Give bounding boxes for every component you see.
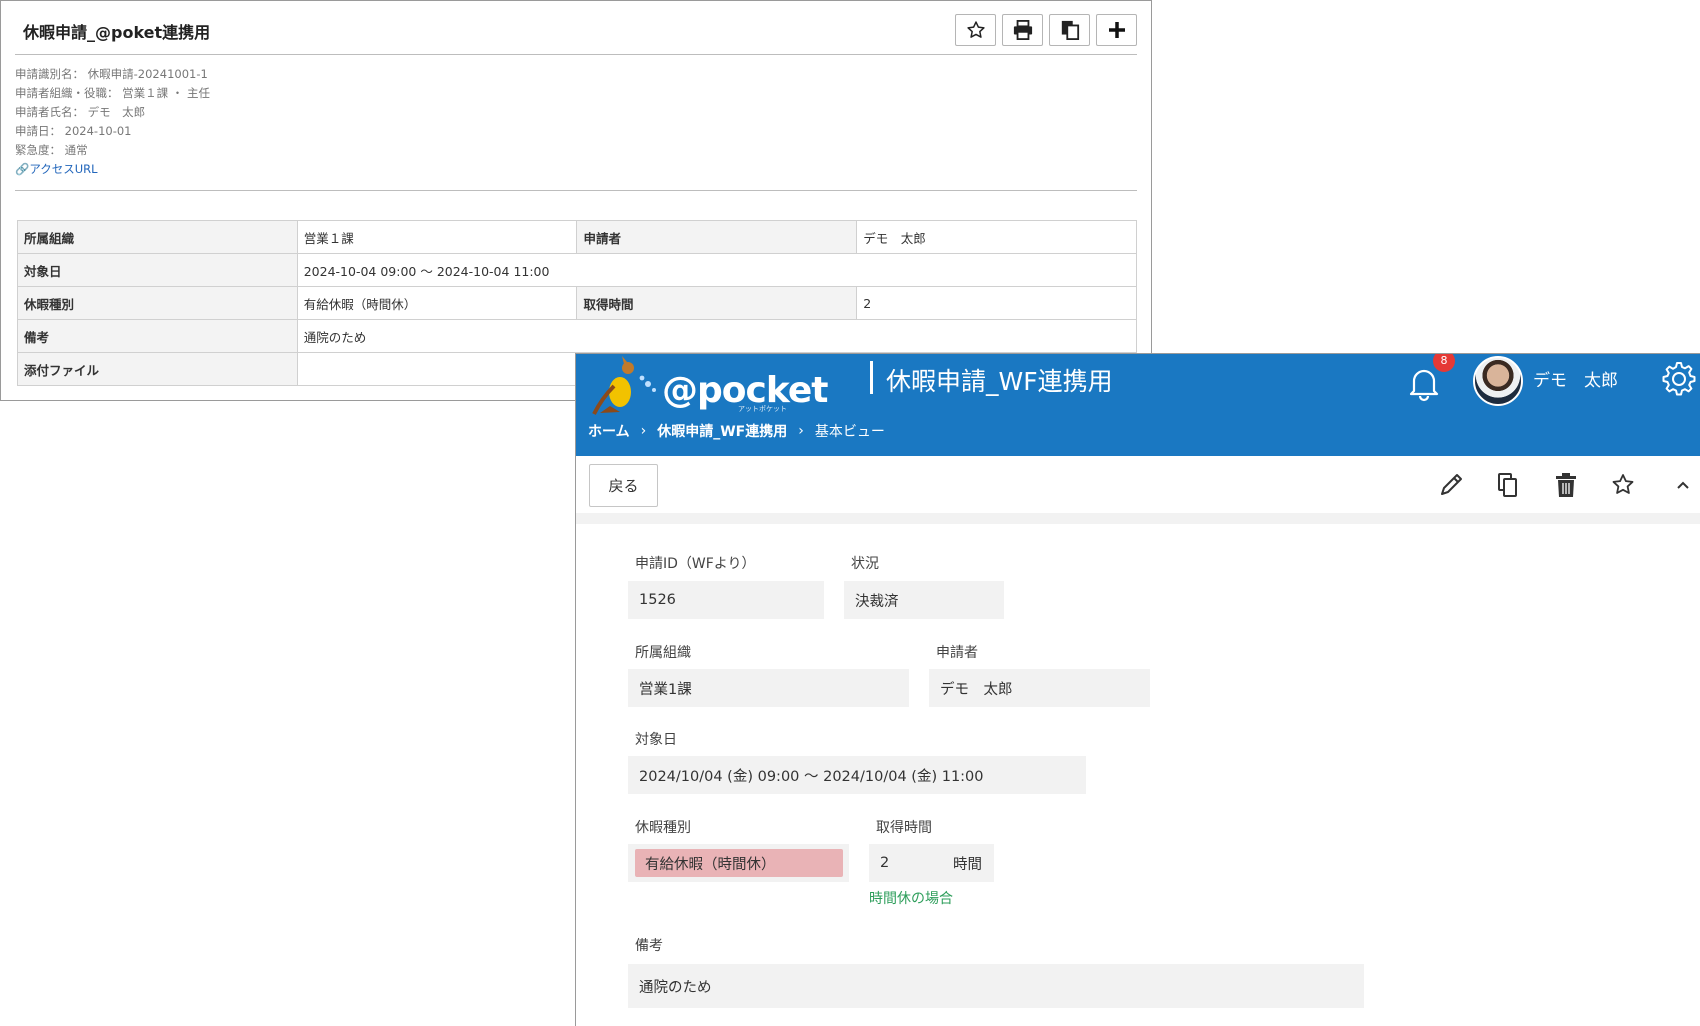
gear-icon [1662,362,1696,396]
app-logo[interactable]: @pocket アットポケット [590,356,828,416]
status-field: 決裁済 [844,581,1004,619]
request-meta: 申請識別名： 休暇申請-20241001-1 申請者組織・役職： 営業１課 ・ … [15,65,210,179]
remarks-label: 備考 [17,319,298,353]
print-button[interactable] [1002,14,1043,46]
hours-value: 2 [856,286,1137,320]
hours-field: 2 時間 [869,844,994,882]
workflow-title: 休暇申請_@poket連携用 [23,23,211,42]
target-date-field: 2024/10/04 (金) 09:00 ～ 2024/10/04 (金) 11… [628,756,1086,794]
avatar[interactable] [1473,356,1523,406]
settings-button[interactable] [1660,360,1698,398]
access-url-text[interactable]: 🔗アクセスURL [15,162,98,176]
meta-applicant-name: 申請者氏名： デモ 太郎 [15,105,146,119]
date-label: 対象日 [17,253,298,287]
chevron-up-icon[interactable] [1668,470,1698,500]
hours-hint: 時間休の場合 [869,891,953,907]
chevron-right-icon: › [640,423,647,439]
breadcrumb-view: 基本ビュー [814,424,885,440]
applicant-label: 申請者 [576,220,858,254]
applicant-label: 申請者 [936,645,978,661]
breadcrumb-home[interactable]: ホーム [588,421,630,441]
org-label: 所属組織 [635,645,691,661]
org-value: 営業１課 [296,220,578,254]
favorite-button[interactable] [955,14,996,46]
meta-request-date: 申請日： 2024-10-01 [15,124,132,138]
remarks-field: 通院のため [628,964,1364,1008]
link-icon: 🔗 [15,162,30,176]
hours-value: 2 [880,855,890,871]
leave-type-value: 有給休暇（時間休） [296,286,578,320]
leave-type-label: 休暇種別 [17,286,298,320]
plus-icon [1108,22,1125,38]
table-row: 所属組織 営業１課 申請者 デモ 太郎 [17,220,1137,254]
hours-unit: 時間 [953,856,982,873]
trash-icon[interactable] [1551,470,1581,500]
org-field: 営業1課 [628,669,909,707]
app-title: 休暇申請_WF連携用 [886,367,1113,396]
pocket-record-panel: @pocket アットポケット 休暇申請_WF連携用 8 デモ 太郎 ホーム ›… [575,353,1700,1026]
title-separator [870,361,873,394]
record-toolbar: 戻る [576,456,1700,514]
divider [15,54,1137,55]
remarks-value: 通院のため [296,319,1138,353]
notification-badge: 8 [1433,354,1455,372]
status-label: 状況 [851,556,879,572]
hours-label: 取得時間 [876,820,932,836]
access-url-link[interactable]: 🔗アクセスURL [15,160,210,179]
meta-request-id: 申請識別名： 休暇申請-20241001-1 [15,67,208,81]
target-date-label: 対象日 [635,732,677,748]
divider [15,190,1137,191]
org-label: 所属組織 [17,220,298,254]
copy-icon[interactable] [1493,470,1523,500]
star-icon[interactable] [1608,470,1638,500]
request-id-field: 1526 [628,581,824,619]
back-button[interactable]: 戻る [589,464,658,507]
hours-label: 取得時間 [576,286,858,320]
leave-type-value: 有給休暇（時間休） [635,849,843,877]
copy-icon [1061,20,1079,40]
meta-urgency: 緊急度： 通常 [15,143,88,157]
table-row: 備考 通院のため [17,319,1138,353]
breadcrumb: ホーム › 休暇申請_WF連携用 › 基本ビュー [588,421,885,441]
star-icon [966,21,985,38]
copy-button[interactable] [1049,14,1090,46]
print-icon [1013,20,1032,40]
edit-icon[interactable] [1436,470,1466,500]
workflow-request-panel: 休暇申請_@poket連携用 申請識別名： 休暇申請-20241001-1 申請… [0,0,1152,401]
applicant-value: デモ 太郎 [856,220,1137,254]
leave-type-label: 休暇種別 [635,820,691,836]
table-row: 対象日 2024-10-04 09:00 ～ 2024-10-04 11:00 [17,253,1138,287]
user-name[interactable]: デモ 太郎 [1533,366,1618,391]
app-header: @pocket アットポケット 休暇申請_WF連携用 8 デモ 太郎 ホーム ›… [576,354,1700,456]
toolbar-divider [576,513,1700,524]
request-id-label: 申請ID（WFより） [635,556,756,572]
kangaroo-logo-icon [592,356,656,415]
breadcrumb-app[interactable]: 休暇申請_WF連携用 [657,421,787,441]
chevron-right-icon: › [798,423,804,439]
table-row: 休暇種別 有給休暇（時間休） 取得時間 2 [17,286,1137,320]
date-value: 2024-10-04 09:00 ～ 2024-10-04 11:00 [296,253,1138,287]
remarks-label: 備考 [635,938,663,954]
logo-subtext: アットポケット [738,405,787,413]
workflow-toolbar [955,14,1137,46]
attachment-label: 添付ファイル [17,352,298,386]
applicant-field: デモ 太郎 [929,669,1150,707]
meta-org-role: 申請者組織・役職： 営業１課 ・ 主任 [15,86,210,100]
add-button[interactable] [1096,14,1137,46]
record-form: 申請ID（WFより） 1526 状況 決裁済 所属組織 営業1課 申請者 デモ … [582,524,1700,1026]
leave-type-field: 有給休暇（時間休） [628,844,849,882]
